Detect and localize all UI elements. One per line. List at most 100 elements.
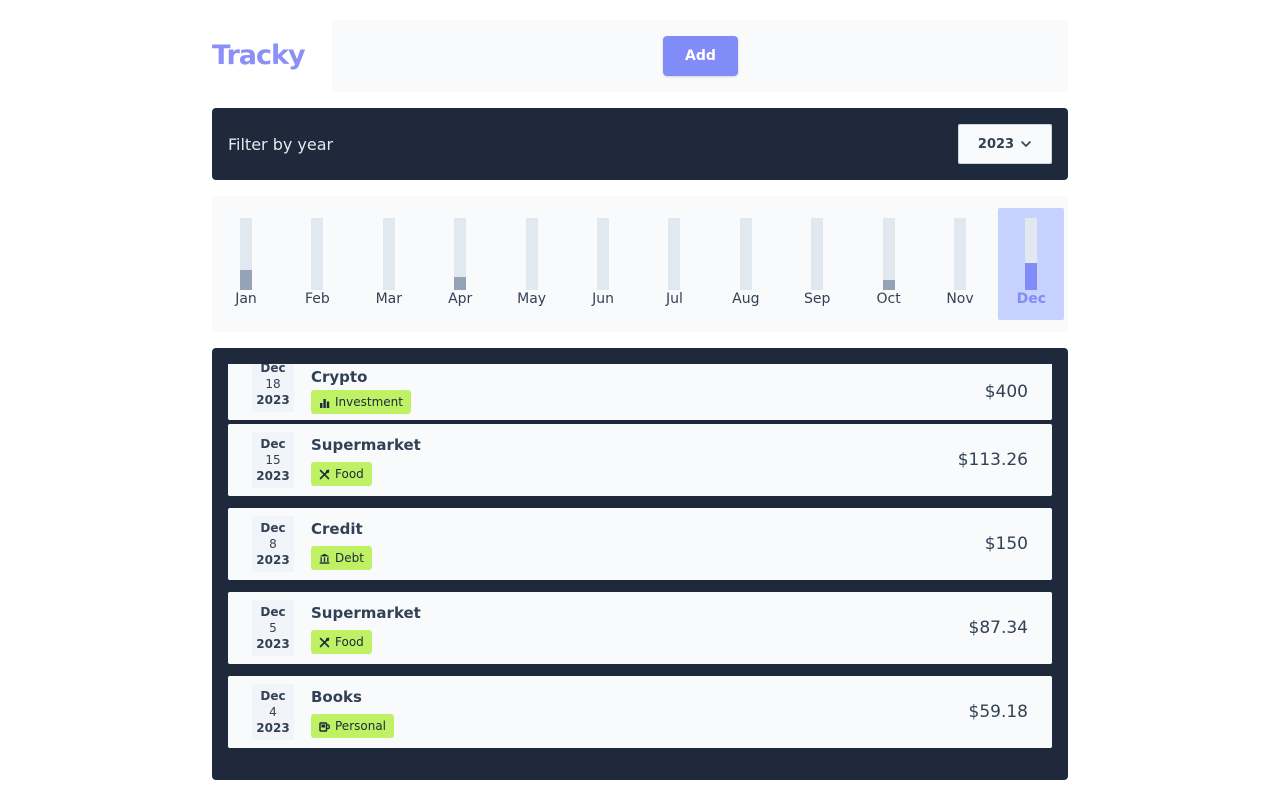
expense-list: Dec 18 2023 Crypto Investment $400 Dec 15 2023 Su… xyxy=(212,348,1068,780)
month-label: Dec xyxy=(1016,291,1047,307)
month-label: Nov xyxy=(946,291,974,307)
month-bar-feb[interactable]: Feb xyxy=(284,208,350,320)
filter-label: Filter by year xyxy=(228,135,334,154)
date-month: Dec xyxy=(260,521,286,535)
month-bar-jul[interactable]: Jul xyxy=(641,208,707,320)
month-label: Apr xyxy=(448,291,473,307)
month-bar-sep[interactable]: Sep xyxy=(784,208,850,320)
month-bar-jun[interactable]: Jun xyxy=(570,208,636,320)
month-bar-dec[interactable]: Dec xyxy=(998,208,1065,320)
date-day: 15 xyxy=(265,453,281,467)
category-badge: Personal xyxy=(311,714,395,738)
year-select[interactable]: 2023 xyxy=(958,124,1052,164)
monthly-expenses-chart: Jan Feb Mar Apr May Jun Jul Aug Sep Oct Nov Dec xyxy=(212,196,1068,332)
month-bar-oct[interactable]: Oct xyxy=(856,208,922,320)
expense-amount: $150 xyxy=(984,534,1028,554)
category-label: Food xyxy=(335,467,364,481)
month-bar-jan[interactable]: Jan xyxy=(213,208,279,320)
month-label: Oct xyxy=(876,291,901,307)
date-year: 2023 xyxy=(256,553,290,567)
month-label: Aug xyxy=(732,291,760,307)
expense-amount: $400 xyxy=(984,382,1028,402)
expense-date: Dec 15 2023 xyxy=(252,432,294,488)
category-label: Food xyxy=(335,635,364,649)
date-day: 5 xyxy=(269,621,277,635)
bar-track xyxy=(454,218,467,290)
month-label: Sep xyxy=(803,291,831,307)
bar-track xyxy=(954,218,966,290)
year-select-value: 2023 xyxy=(977,136,1015,152)
month-label: May xyxy=(517,291,547,307)
expense-row[interactable]: Dec 5 2023 Supermarket Food $87.34 xyxy=(228,592,1052,664)
date-month: Dec xyxy=(260,605,286,619)
bar-track xyxy=(739,218,752,290)
bar-track xyxy=(240,218,252,290)
expense-title: Supermarket xyxy=(311,436,421,454)
expense-title: Supermarket xyxy=(311,604,421,622)
bank-icon xyxy=(319,553,330,564)
date-year: 2023 xyxy=(256,637,290,651)
bar-track xyxy=(525,218,538,290)
bar-track xyxy=(882,218,895,290)
month-label: Mar xyxy=(375,291,402,307)
date-year: 2023 xyxy=(256,469,290,483)
category-label: Personal xyxy=(335,719,387,733)
month-label: Feb xyxy=(304,291,330,307)
expense-amount: $113.26 xyxy=(957,450,1028,470)
date-year: 2023 xyxy=(256,721,290,735)
add-button[interactable]: Add xyxy=(663,36,738,76)
bar-track xyxy=(668,218,681,290)
expense-date: Dec 5 2023 xyxy=(252,600,294,656)
mug-icon xyxy=(319,721,330,732)
expense-amount: $87.34 xyxy=(968,618,1028,638)
expense-date: Dec 8 2023 xyxy=(252,516,294,572)
date-day: 18 xyxy=(265,377,281,391)
expense-row[interactable]: Dec 15 2023 Supermarket Food $113.26 xyxy=(228,424,1052,496)
month-bar-mar[interactable]: Mar xyxy=(356,208,422,320)
month-bar-apr[interactable]: Apr xyxy=(427,208,493,320)
date-month: Dec xyxy=(260,437,286,451)
category-badge: Investment xyxy=(311,390,411,414)
expense-date: Dec 4 2023 xyxy=(252,684,294,740)
bar-track xyxy=(311,218,324,290)
chevron-down-icon xyxy=(1021,141,1031,147)
bar-track xyxy=(382,218,395,290)
utensils-icon xyxy=(319,469,330,479)
expense-amount: $59.18 xyxy=(968,702,1028,722)
expense-row[interactable]: Dec 4 2023 Books Personal $59.18 xyxy=(228,676,1052,748)
category-badge: Food xyxy=(311,630,372,654)
month-bar-nov[interactable]: Nov xyxy=(927,208,993,320)
bar-track xyxy=(811,218,824,290)
date-month: Dec xyxy=(260,361,286,375)
date-year: 2023 xyxy=(256,393,290,407)
category-badge: Food xyxy=(311,462,372,486)
month-bar-may[interactable]: May xyxy=(499,208,565,320)
expense-date: Dec 18 2023 xyxy=(252,361,294,412)
category-label: Debt xyxy=(335,551,364,565)
expense-title: Books xyxy=(311,688,362,706)
date-day: 8 xyxy=(269,537,277,551)
date-month: Dec xyxy=(260,689,286,703)
expense-row[interactable]: Dec 18 2023 Crypto Investment $400 xyxy=(228,361,1052,420)
bar-track xyxy=(1025,218,1038,290)
bar-fill xyxy=(1025,262,1038,290)
bar-fill xyxy=(240,269,252,290)
chart-icon xyxy=(320,398,330,408)
month-label: Jul xyxy=(665,291,683,307)
expense-title: Crypto xyxy=(311,368,368,386)
app-logo: Tracky xyxy=(212,40,306,71)
expense-title: Credit xyxy=(311,520,363,538)
month-label: Jan xyxy=(235,291,257,307)
year-filter-bar: Filter by year 2023 xyxy=(212,108,1068,180)
category-badge: Debt xyxy=(311,546,372,570)
bar-track xyxy=(597,218,609,290)
utensils-icon xyxy=(319,637,330,647)
month-label: Jun xyxy=(592,291,614,307)
category-label: Investment xyxy=(335,395,403,409)
bar-fill xyxy=(882,279,895,290)
bar-fill xyxy=(454,277,467,290)
add-expense-bar: Add xyxy=(332,20,1068,92)
expense-row[interactable]: Dec 8 2023 Credit Debt $150 xyxy=(228,508,1052,580)
date-day: 4 xyxy=(269,705,277,719)
month-bar-aug[interactable]: Aug xyxy=(713,208,779,320)
